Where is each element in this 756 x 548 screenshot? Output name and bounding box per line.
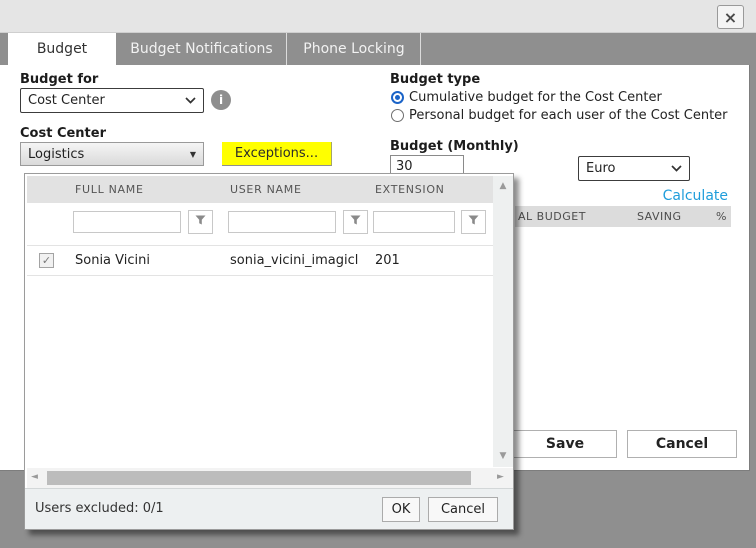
- scroll-left-icon[interactable]: ◄: [31, 473, 38, 482]
- results-header-percent: %: [716, 206, 727, 227]
- ok-button[interactable]: OK: [382, 497, 420, 522]
- horizontal-scrollbar[interactable]: ◄ ►: [27, 468, 513, 488]
- budget-type-label: Budget type: [390, 72, 480, 87]
- dialog-titlebar: [0, 0, 756, 33]
- table-row[interactable]: ✓ Sonia Vicini sonia_vicini_imagicl 201: [27, 245, 493, 276]
- tab-phone-locking[interactable]: Phone Locking: [288, 33, 421, 65]
- filter-funnel-icon: [195, 215, 206, 230]
- budget-monthly-label: Budget (Monthly): [390, 139, 519, 154]
- filter-user-name-button[interactable]: [343, 210, 368, 234]
- results-header-total-budget: AL BUDGET: [518, 206, 586, 227]
- filter-funnel-icon: [350, 215, 361, 230]
- popup-grid-header: FULL NAME USER NAME EXTENSION: [27, 176, 493, 203]
- info-icon[interactable]: i: [211, 90, 231, 110]
- filter-user-name-input[interactable]: [228, 211, 336, 233]
- scroll-up-icon[interactable]: ▲: [493, 182, 513, 191]
- currency-value: Euro: [586, 161, 615, 176]
- cost-center-value: Logistics: [28, 147, 84, 162]
- tab-budget-notifications[interactable]: Budget Notifications: [117, 33, 287, 65]
- tab-budget-notifications-label: Budget Notifications: [130, 41, 272, 57]
- column-header-extension[interactable]: EXTENSION: [375, 176, 445, 203]
- cost-center-label: Cost Center: [20, 126, 106, 141]
- filter-full-name-button[interactable]: [188, 210, 213, 234]
- scroll-down-icon[interactable]: ▼: [493, 452, 513, 461]
- budget-for-value: Cost Center: [28, 93, 105, 108]
- cost-center-combobox[interactable]: Logistics ▼: [20, 142, 204, 166]
- triangle-down-icon: ▼: [190, 150, 196, 159]
- filter-extension-button[interactable]: [461, 210, 486, 234]
- scrollbar-thumb[interactable]: [47, 471, 471, 485]
- cell-user-name: sonia_vicini_imagicl: [230, 246, 358, 275]
- tab-budget-label: Budget: [37, 41, 87, 57]
- budget-for-select[interactable]: Cost Center: [20, 88, 204, 113]
- budget-for-label: Budget for: [20, 72, 98, 87]
- filter-extension-input[interactable]: [373, 211, 455, 233]
- popup-cancel-button[interactable]: Cancel: [428, 497, 498, 522]
- close-icon: ×: [724, 7, 737, 28]
- row-checkbox-checked[interactable]: ✓: [39, 253, 54, 268]
- radio-unselected-icon: [391, 109, 404, 122]
- exceptions-button[interactable]: Exceptions...: [222, 142, 332, 166]
- check-icon: ✓: [42, 255, 51, 267]
- currency-select[interactable]: Euro: [578, 156, 690, 181]
- radio-personal-budget[interactable]: Personal budget for each user of the Cos…: [391, 107, 728, 123]
- user-exceptions-popup: FULL NAME USER NAME EXTENSION ✓ So: [24, 173, 514, 530]
- tab-phone-locking-label: Phone Locking: [303, 41, 404, 57]
- save-button[interactable]: Save: [513, 430, 617, 458]
- column-header-full-name[interactable]: FULL NAME: [75, 176, 144, 203]
- radio-cumulative-budget[interactable]: Cumulative budget for the Cost Center: [391, 89, 662, 105]
- column-header-user-name[interactable]: USER NAME: [230, 176, 302, 203]
- tab-budget[interactable]: Budget: [8, 33, 116, 65]
- chevron-down-icon: [185, 93, 196, 108]
- results-header-saving: SAVING: [637, 206, 682, 227]
- close-button[interactable]: ×: [717, 5, 744, 29]
- vertical-scrollbar[interactable]: ▲ ▼: [493, 176, 513, 467]
- calculate-link[interactable]: Calculate: [600, 188, 728, 204]
- results-grid-header: AL BUDGET SAVING %: [515, 206, 731, 227]
- cell-full-name: Sonia Vicini: [75, 246, 150, 275]
- radio-selected-icon: [391, 91, 404, 104]
- users-excluded-text: Users excluded: 0/1: [35, 489, 164, 529]
- popup-footer: Users excluded: 0/1 OK Cancel: [25, 488, 513, 529]
- budget-dialog: × Budget Budget Notifications Phone Lock…: [0, 0, 756, 548]
- filter-funnel-icon: [468, 215, 479, 230]
- cell-extension: 201: [375, 246, 400, 275]
- filter-full-name-input[interactable]: [73, 211, 181, 233]
- cancel-button[interactable]: Cancel: [627, 430, 737, 458]
- chevron-down-icon: [671, 161, 682, 176]
- scroll-right-icon[interactable]: ►: [497, 473, 504, 482]
